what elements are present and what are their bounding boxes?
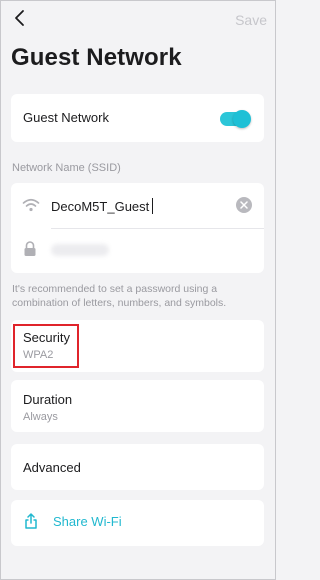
chevron-left-icon bbox=[13, 9, 27, 32]
guest-network-toggle[interactable] bbox=[220, 110, 251, 128]
duration-value: Always bbox=[23, 411, 58, 423]
save-button[interactable]: Save bbox=[235, 12, 267, 28]
top-bar: Save bbox=[0, 0, 276, 40]
guest-network-card: Guest Network bbox=[11, 94, 264, 142]
guest-network-label: Guest Network bbox=[23, 110, 109, 125]
password-field[interactable] bbox=[51, 244, 109, 256]
advanced-row[interactable]: Advanced bbox=[11, 444, 264, 490]
toggle-knob bbox=[233, 110, 251, 128]
wifi-icon bbox=[22, 197, 40, 218]
share-icon bbox=[24, 513, 38, 534]
ssid-input[interactable] bbox=[51, 197, 231, 215]
advanced-label: Advanced bbox=[23, 460, 81, 475]
text-caret bbox=[152, 198, 153, 214]
clear-ssid-button[interactable] bbox=[236, 197, 252, 213]
page-title: Guest Network bbox=[11, 44, 182, 71]
lock-icon bbox=[23, 241, 37, 262]
share-wifi-row[interactable]: Share Wi-Fi bbox=[11, 500, 264, 546]
clear-icon bbox=[240, 196, 248, 214]
password-hint: It's recommended to set a password using… bbox=[12, 283, 227, 309]
network-credentials-card bbox=[11, 183, 264, 273]
duration-row[interactable]: Duration Always bbox=[11, 380, 264, 432]
field-divider bbox=[51, 228, 264, 229]
security-highlight-box bbox=[13, 324, 79, 368]
ssid-section-label: Network Name (SSID) bbox=[12, 162, 121, 174]
share-wifi-label: Share Wi-Fi bbox=[53, 514, 122, 529]
duration-label: Duration bbox=[23, 392, 73, 407]
back-button[interactable] bbox=[8, 8, 32, 32]
